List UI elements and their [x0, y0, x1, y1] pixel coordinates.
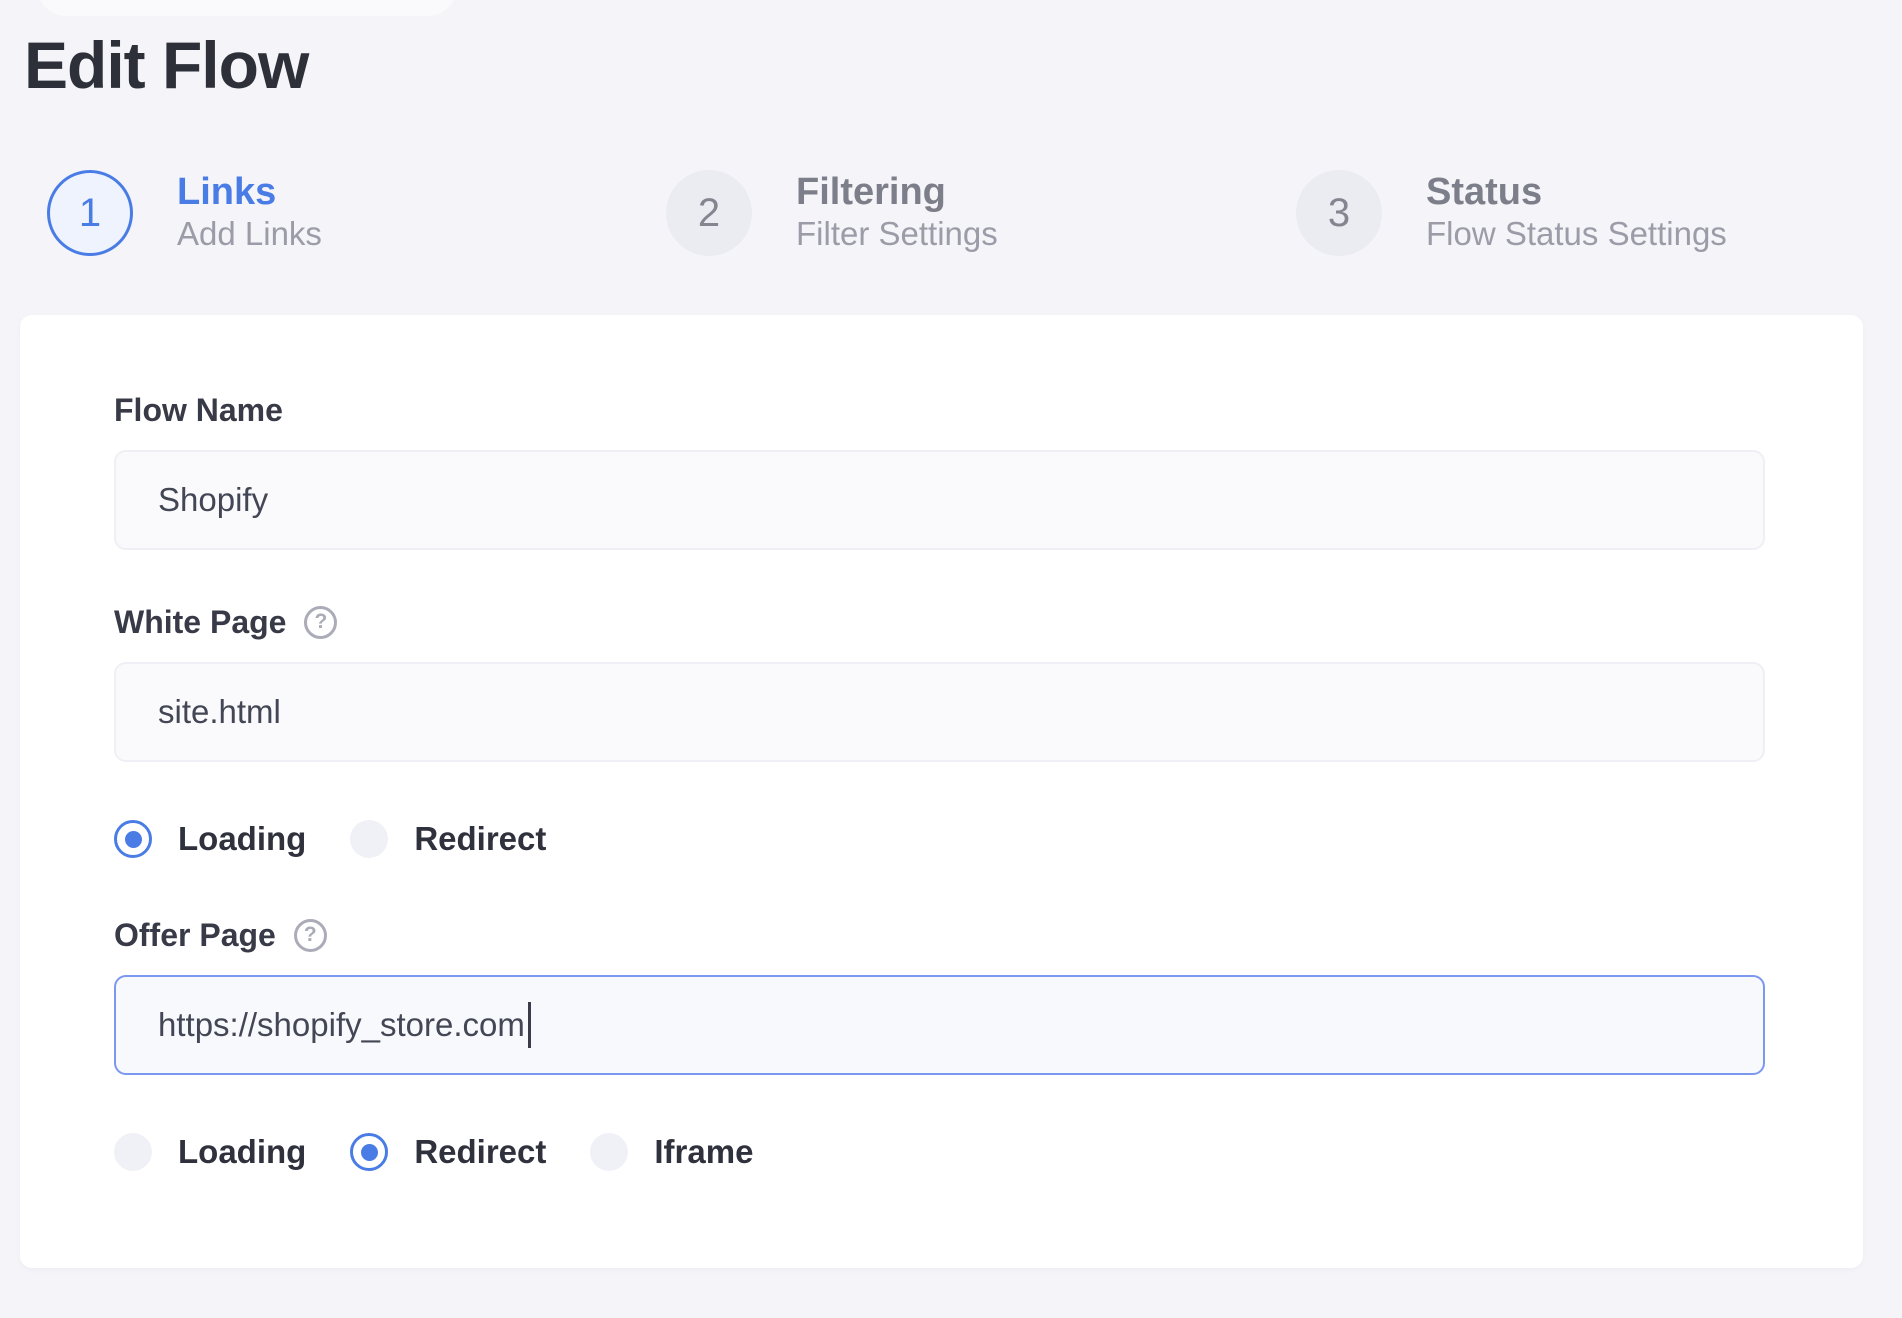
step-title: Links [177, 171, 277, 213]
radio-unchecked-icon[interactable] [350, 820, 389, 858]
question-mark-icon[interactable] [304, 605, 338, 639]
step-number-badge: 2 [666, 170, 752, 256]
text-cursor [527, 1002, 531, 1048]
step-title: Status [1426, 171, 1543, 213]
offer-page-label: Offer Page [114, 916, 1765, 954]
step-number-badge: 1 [47, 170, 133, 256]
step-filtering[interactable]: 2 Filtering Filter Settings [666, 170, 998, 256]
edit-flow-form-card: Flow Name White Page Loading Redirect Of… [20, 315, 1863, 1268]
page-title: Edit Flow [24, 28, 309, 102]
offer-page-mode-group: Loading Redirect Iframe [114, 1133, 1765, 1171]
step-text: Filtering Filter Settings [796, 170, 998, 256]
page-header: Edit Flow 1 Links Add Links 2 Filtering … [0, 0, 1902, 256]
question-mark-icon[interactable] [293, 918, 327, 952]
white-page-redirect-option[interactable]: Redirect [350, 820, 546, 858]
white-page-input[interactable] [114, 662, 1765, 762]
step-number-badge: 3 [1296, 170, 1382, 256]
step-wizard: 1 Links Add Links 2 Filtering Filter Set… [24, 170, 1902, 256]
white-page-label-text: White Page [114, 604, 287, 640]
step-text: Status Flow Status Settings [1426, 170, 1727, 256]
step-links[interactable]: 1 Links Add Links [47, 170, 322, 256]
radio-checked-icon[interactable] [114, 820, 152, 858]
radio-label: Loading [178, 820, 307, 857]
offer-page-label-text: Offer Page [114, 917, 276, 953]
step-status[interactable]: 3 Status Flow Status Settings [1296, 170, 1727, 256]
offer-page-input-value: https://shopify_store.com [158, 1006, 525, 1043]
step-title: Filtering [796, 171, 946, 213]
radio-checked-icon[interactable] [350, 1133, 389, 1171]
radio-unchecked-icon[interactable] [590, 1133, 629, 1171]
step-subtitle: Add Links [177, 215, 322, 252]
white-page-mode-group: Loading Redirect [114, 820, 1765, 858]
flow-name-label: Flow Name [114, 392, 283, 428]
radio-label: Redirect [414, 820, 547, 857]
flow-name-input[interactable] [114, 450, 1765, 550]
offer-page-iframe-option[interactable]: Iframe [590, 1133, 753, 1171]
white-page-loading-option[interactable]: Loading [114, 820, 306, 858]
radio-unchecked-icon[interactable] [114, 1133, 152, 1171]
offer-page-input[interactable]: https://shopify_store.com [114, 975, 1765, 1075]
step-text: Links Add Links [177, 170, 322, 256]
offer-page-redirect-option[interactable]: Redirect [350, 1133, 546, 1171]
step-subtitle: Filter Settings [796, 215, 998, 252]
radio-label: Loading [178, 1133, 307, 1170]
step-subtitle: Flow Status Settings [1426, 215, 1727, 252]
white-page-label: White Page [114, 603, 1765, 641]
offer-page-loading-option[interactable]: Loading [114, 1133, 306, 1171]
radio-label: Iframe [654, 1133, 754, 1170]
radio-label: Redirect [414, 1133, 547, 1170]
